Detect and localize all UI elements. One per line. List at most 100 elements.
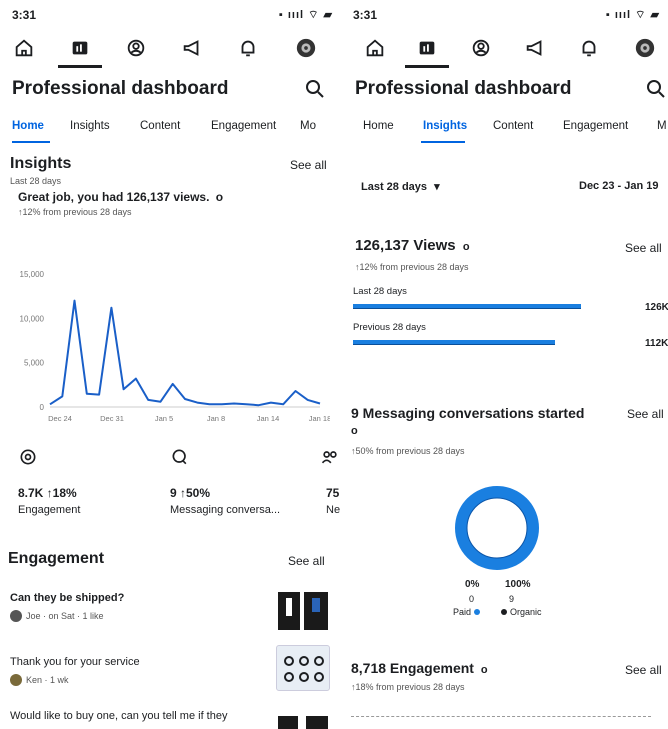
engagement-see-all-link[interactable]: See all <box>625 663 662 677</box>
messaging-icon <box>170 447 190 467</box>
engagement-see-all-link[interactable]: See all <box>288 554 325 568</box>
views-delta: ↑12% from previous 28 days <box>355 262 469 272</box>
messaging-donut-chart <box>455 486 539 570</box>
legend-paid-swatch <box>474 609 481 615</box>
views-see-all-link[interactable]: See all <box>625 241 662 255</box>
comment-meta-text: Joe · on Sat · 1 like <box>26 611 104 621</box>
tab-more[interactable]: M <box>657 120 667 132</box>
legend-organic: Organic <box>501 607 542 617</box>
bar-value-previous: 112K <box>645 338 668 349</box>
followers-metric-value: 75 <box>326 486 340 500</box>
donut-inner-edge <box>466 497 528 559</box>
comment-text: Can they be shipped? <box>10 592 125 604</box>
followers-metric-label[interactable]: Ne <box>326 504 341 516</box>
tab-more[interactable]: Mo <box>300 120 316 132</box>
status-system-icons: ▪ ıııl ⌔ ▰ <box>278 9 333 21</box>
x-tick-label: Dec 31 <box>100 414 124 423</box>
y-tick-label: 10,000 <box>20 314 45 323</box>
search-icon[interactable] <box>303 77 327 101</box>
tab-home[interactable]: Home <box>363 120 394 132</box>
bell-icon[interactable] <box>575 34 603 62</box>
tab-home[interactable]: Home <box>12 120 44 132</box>
comment-meta: Joe · on Sat · 1 like <box>10 610 270 622</box>
tab-engagement[interactable]: Engagement <box>211 120 276 132</box>
list-item[interactable]: Thank you for your service Ken · 1 wk <box>10 656 270 686</box>
tab-content[interactable]: Content <box>493 120 533 132</box>
legend-organic-swatch <box>501 609 507 615</box>
dashboard-icon[interactable] <box>413 34 441 62</box>
search-icon[interactable] <box>644 77 668 101</box>
x-tick-label: Jan 14 <box>257 414 280 423</box>
bar-value-current: 126K <box>645 302 668 313</box>
x-tick-label: Jan 5 <box>155 414 173 423</box>
tab-insights[interactable]: Insights <box>423 120 467 132</box>
messaging-metric-label[interactable]: Messaging conversa... <box>170 504 310 516</box>
messaging-see-all-link[interactable]: See all <box>627 407 664 421</box>
insights-period: Last 28 days <box>10 176 62 186</box>
insights-see-all-link[interactable]: See all <box>290 158 327 172</box>
engagement-metric-label[interactable]: Engagement <box>18 504 148 516</box>
home-icon[interactable] <box>361 34 389 62</box>
info-icon[interactable]: o <box>351 425 358 437</box>
megaphone-icon[interactable] <box>178 34 206 62</box>
right-screen: 3:31 ▪ ıııl ⌔ ▰ Professional dashboard H… <box>341 0 668 729</box>
product-thumbnail[interactable] <box>276 588 330 634</box>
bar-label-current: Last 28 days <box>353 286 407 297</box>
product-thumbnail[interactable] <box>276 712 330 729</box>
bell-icon[interactable] <box>234 34 262 62</box>
profile-icon[interactable] <box>122 34 150 62</box>
x-tick-label: Jan 8 <box>207 414 225 423</box>
series-line <box>49 299 321 407</box>
active-nav-underline <box>58 65 102 68</box>
account-avatar-icon[interactable] <box>631 34 659 62</box>
views-line-chart: 15,000 10,000 5,000 0Dec 24 Dec 31 Jan 5 Jan 8… <box>20 270 330 423</box>
account-avatar-icon[interactable] <box>292 34 320 62</box>
info-icon[interactable]: o <box>481 664 488 676</box>
views-title: 126,137 Views o <box>355 237 470 254</box>
organic-count: 9 <box>509 594 515 604</box>
paid-pct: 0% <box>465 579 480 590</box>
people-icon <box>320 447 340 467</box>
tab-content[interactable]: Content <box>140 120 180 132</box>
date-range[interactable]: Dec 23 - Jan 19 <box>579 180 659 192</box>
avatar <box>10 610 22 622</box>
engagement-icon <box>18 447 38 467</box>
list-item[interactable]: Would like to buy one, can you tell me i… <box>10 710 280 722</box>
views-headline-text: Great job, you had 126,137 views. <box>18 190 210 204</box>
tab-bar: Home Insights Content Engagement Mo <box>12 120 341 140</box>
period-dropdown[interactable]: Last 28 days ▾ <box>361 180 440 193</box>
info-icon[interactable]: o <box>216 190 223 204</box>
tab-bar: Home Insights Content Engagement M <box>363 120 668 140</box>
y-tick-label: 15,000 <box>20 270 45 279</box>
tab-engagement[interactable]: Engagement <box>563 120 628 132</box>
donut-organic-arc <box>455 486 539 570</box>
product-thumbnail[interactable] <box>276 645 330 691</box>
status-bar: 3:31 ▪ ıııl ⌔ ▰ <box>12 8 333 26</box>
top-nav <box>351 34 668 68</box>
y-tick-label: 5,000 <box>24 359 45 368</box>
views-title-text: 126,137 Views <box>355 237 456 254</box>
list-item[interactable]: Can they be shipped? Joe · on Sat · 1 li… <box>10 592 270 622</box>
home-icon[interactable] <box>10 34 38 62</box>
page-title: Professional dashboard <box>355 78 572 99</box>
bar-label-previous: Previous 28 days <box>353 322 426 333</box>
avatar <box>10 674 22 686</box>
info-icon[interactable]: o <box>463 241 470 253</box>
tab-insights[interactable]: Insights <box>70 120 110 132</box>
megaphone-icon[interactable] <box>521 34 549 62</box>
left-screen: 3:31 ▪ ıııl ⌔ ▰ Professional dashboard H… <box>0 0 341 729</box>
active-nav-underline <box>405 65 449 68</box>
profile-icon[interactable] <box>467 34 495 62</box>
x-tick-label: Dec 24 <box>48 414 72 423</box>
active-tab-indicator <box>12 141 50 143</box>
messaging-delta: ↑50% from previous 28 days <box>351 446 465 456</box>
comment-text: Thank you for your service <box>10 656 140 668</box>
y-tick-label: 0 <box>40 403 45 412</box>
insights-title: Insights <box>10 155 72 172</box>
messaging-title: 9 Messaging conversations started <box>351 405 585 421</box>
dashboard-icon[interactable] <box>66 34 94 62</box>
engagement-summary-title-text: 8,718 Engagement <box>351 660 474 676</box>
page-title: Professional dashboard <box>12 78 229 99</box>
engagement-delta: ↑18% from previous 28 days <box>351 682 465 692</box>
x-tick-label: Jan 18 <box>309 414 330 423</box>
